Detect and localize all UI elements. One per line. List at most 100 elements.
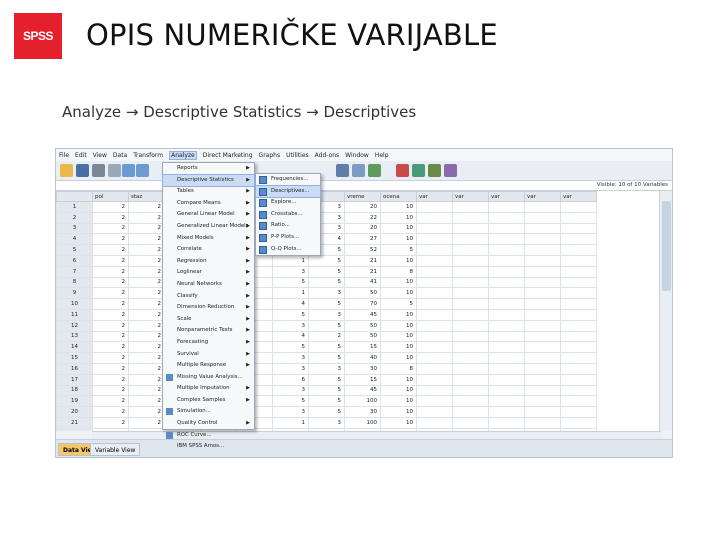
table-cell[interactable]: [524, 319, 561, 332]
tab-variable-view[interactable]: Variable View: [90, 443, 141, 456]
menu-item-correlate[interactable]: Correlate ▶: [163, 244, 254, 256]
row-number[interactable]: 10: [56, 298, 93, 310]
menu-item-forecasting[interactable]: Forecasting ▶: [163, 337, 254, 349]
table-cell[interactable]: 70: [344, 298, 381, 310]
table-cell[interactable]: 5: [308, 265, 345, 278]
table-cell[interactable]: 10: [380, 254, 417, 267]
table-cell[interactable]: [524, 276, 561, 289]
table-cell[interactable]: 2: [92, 362, 129, 375]
table-cell[interactable]: [452, 416, 489, 429]
split-file-icon[interactable]: [336, 164, 349, 177]
menu-item-dimension-reduction[interactable]: Dimension Reduction ▶: [163, 302, 254, 314]
menu-item-mixed-models[interactable]: Mixed Models ▶: [163, 233, 254, 245]
table-cell[interactable]: [488, 395, 525, 408]
open-icon[interactable]: [60, 164, 73, 177]
save-icon[interactable]: [76, 164, 89, 177]
table-cell[interactable]: [416, 352, 453, 364]
table-cell[interactable]: 3: [308, 287, 345, 300]
table-cell[interactable]: 20: [344, 201, 381, 213]
row-number[interactable]: 11: [56, 308, 93, 321]
table-cell[interactable]: 2: [128, 384, 165, 397]
table-cell[interactable]: 2: [92, 352, 129, 364]
table-cell[interactable]: [488, 319, 525, 332]
table-cell[interactable]: [416, 276, 453, 289]
menu-item-complex-samples[interactable]: Complex Samples ▶: [163, 395, 254, 407]
row-number[interactable]: 20: [56, 406, 93, 418]
table-cell[interactable]: [488, 341, 525, 354]
table-cell[interactable]: [452, 384, 489, 397]
table-cell[interactable]: 10: [380, 287, 417, 300]
menu-file[interactable]: File: [59, 152, 69, 159]
table-cell[interactable]: 2: [92, 395, 129, 408]
column-header[interactable]: var: [524, 191, 561, 202]
table-cell[interactable]: [452, 352, 489, 364]
table-cell[interactable]: 2: [92, 308, 129, 321]
table-cell[interactable]: [416, 244, 453, 256]
table-cell[interactable]: 5: [380, 298, 417, 310]
table-cell[interactable]: 10: [380, 276, 417, 289]
table-cell[interactable]: [560, 222, 597, 235]
table-cell[interactable]: 1: [272, 416, 309, 429]
table-cell[interactable]: [524, 244, 561, 256]
row-number[interactable]: 6: [56, 254, 93, 267]
show-all-icon[interactable]: [428, 164, 441, 177]
table-cell[interactable]: [416, 384, 453, 397]
table-cell[interactable]: 27: [344, 233, 381, 246]
table-cell[interactable]: [524, 308, 561, 321]
table-cell[interactable]: 2: [92, 416, 129, 429]
table-cell[interactable]: [524, 287, 561, 300]
menu-item-regression[interactable]: Regression ▶: [163, 256, 254, 268]
grid-corner[interactable]: [56, 191, 93, 202]
table-cell[interactable]: [560, 298, 597, 310]
table-cell[interactable]: [560, 352, 597, 364]
row-number[interactable]: 4: [56, 233, 93, 246]
table-cell[interactable]: [560, 254, 597, 267]
table-cell[interactable]: 6: [272, 373, 309, 386]
table-cell[interactable]: 50: [344, 319, 381, 332]
table-cell[interactable]: [416, 319, 453, 332]
table-cell[interactable]: 5: [308, 254, 345, 267]
table-cell[interactable]: 3: [272, 352, 309, 364]
table-cell[interactable]: [524, 233, 561, 246]
table-cell[interactable]: [560, 330, 597, 343]
menu-view[interactable]: View: [93, 152, 107, 159]
column-header[interactable]: var: [452, 191, 489, 202]
row-number[interactable]: 18: [56, 384, 93, 397]
table-cell[interactable]: 2: [92, 384, 129, 397]
table-cell[interactable]: 8: [380, 362, 417, 375]
table-cell[interactable]: 5: [308, 373, 345, 386]
table-cell[interactable]: 4: [272, 298, 309, 310]
table-cell[interactable]: [488, 244, 525, 256]
table-cell[interactable]: [488, 384, 525, 397]
table-cell[interactable]: 2: [92, 406, 129, 418]
table-cell[interactable]: [452, 298, 489, 310]
spelling-icon[interactable]: [444, 164, 457, 177]
table-cell[interactable]: [416, 211, 453, 224]
table-cell[interactable]: 10: [380, 352, 417, 364]
table-cell[interactable]: [488, 287, 525, 300]
row-number[interactable]: 8: [56, 276, 93, 289]
table-cell[interactable]: 20: [344, 222, 381, 235]
vertical-scrollbar[interactable]: [659, 191, 672, 431]
submenu-item-crosstabs[interactable]: Crosstabs...: [256, 209, 320, 221]
table-cell[interactable]: [416, 416, 453, 429]
table-cell[interactable]: 2: [92, 276, 129, 289]
table-cell[interactable]: [452, 265, 489, 278]
table-cell[interactable]: 5: [308, 406, 345, 418]
weight-cases-icon[interactable]: [352, 164, 365, 177]
row-number[interactable]: 15: [56, 352, 93, 364]
table-cell[interactable]: [524, 395, 561, 408]
table-cell[interactable]: 5: [272, 395, 309, 408]
table-cell[interactable]: 8: [380, 265, 417, 278]
table-cell[interactable]: 2: [92, 211, 129, 224]
submenu-item-descriptives[interactable]: Descriptives...: [255, 184, 321, 199]
table-cell[interactable]: 52: [344, 244, 381, 256]
table-cell[interactable]: 15: [344, 341, 381, 354]
menu-item-generalized-linear-models[interactable]: Generalized Linear Models ▶: [163, 221, 254, 233]
table-cell[interactable]: 2: [128, 406, 165, 418]
table-cell[interactable]: 2: [92, 373, 129, 386]
table-cell[interactable]: 5: [308, 341, 345, 354]
table-cell[interactable]: 10: [380, 319, 417, 332]
table-cell[interactable]: [488, 362, 525, 375]
table-cell[interactable]: [452, 362, 489, 375]
